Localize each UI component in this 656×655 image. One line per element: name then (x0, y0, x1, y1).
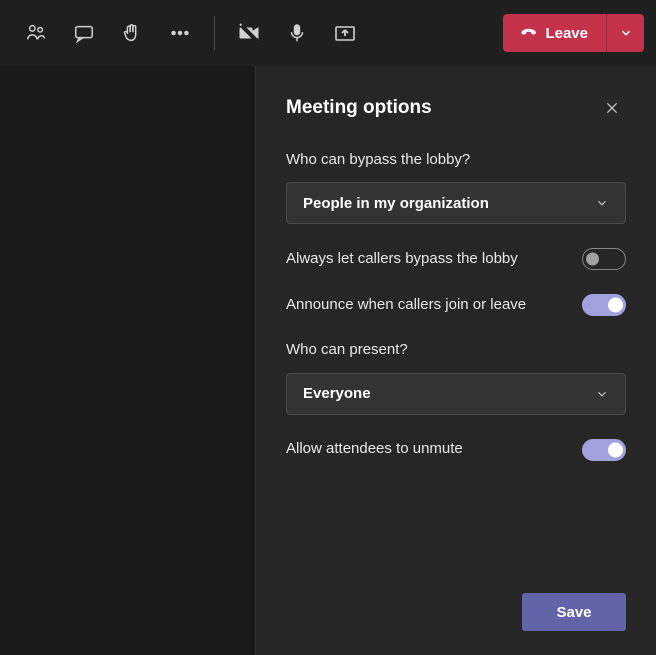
save-button[interactable]: Save (522, 593, 626, 631)
camera-button[interactable] (225, 9, 273, 57)
callers-bypass-label: Always let callers bypass the lobby (286, 249, 566, 269)
panel-footer: Save (286, 593, 626, 631)
mic-icon (286, 22, 308, 44)
share-button[interactable] (321, 9, 369, 57)
chat-icon (73, 22, 95, 44)
toolbar-separator (214, 16, 215, 50)
hand-icon (121, 22, 143, 44)
leave-button[interactable]: Leave (503, 14, 606, 52)
people-button[interactable] (12, 9, 60, 57)
present-label: Who can present? (286, 340, 626, 360)
unmute-toggle[interactable] (582, 439, 626, 461)
more-actions-button[interactable] (156, 9, 204, 57)
close-icon (604, 100, 620, 116)
unmute-label: Allow attendees to unmute (286, 439, 566, 459)
callers-bypass-toggle[interactable] (582, 248, 626, 270)
panel-title: Meeting options (286, 97, 432, 119)
raise-hand-button[interactable] (108, 9, 156, 57)
chat-button[interactable] (60, 9, 108, 57)
meeting-options-panel: Meeting options Who can bypass the lobby… (256, 66, 656, 655)
bypass-lobby-value: People in my organization (303, 195, 489, 212)
camera-off-icon (237, 21, 261, 45)
announce-row: Announce when callers join or leave (286, 294, 626, 316)
leave-label: Leave (545, 25, 588, 42)
announce-toggle[interactable] (582, 294, 626, 316)
chevron-down-icon (619, 26, 633, 40)
present-value: Everyone (303, 385, 371, 402)
close-button[interactable] (598, 94, 626, 122)
unmute-row: Allow attendees to unmute (286, 439, 626, 461)
meeting-toolbar: Leave (0, 0, 656, 66)
ellipsis-icon (169, 22, 191, 44)
leave-button-group: Leave (503, 14, 644, 52)
present-select[interactable]: Everyone (286, 373, 626, 415)
announce-label: Announce when callers join or leave (286, 295, 566, 315)
bypass-lobby-label: Who can bypass the lobby? (286, 150, 626, 170)
hangup-icon (517, 23, 537, 43)
callers-bypass-row: Always let callers bypass the lobby (286, 248, 626, 270)
chevron-down-icon (595, 387, 609, 401)
chevron-down-icon (595, 196, 609, 210)
bypass-lobby-select[interactable]: People in my organization (286, 182, 626, 224)
leave-dropdown-button[interactable] (606, 14, 644, 52)
share-screen-icon (333, 21, 357, 45)
body: Meeting options Who can bypass the lobby… (0, 66, 656, 655)
panel-header: Meeting options (286, 94, 626, 122)
left-pane (0, 66, 256, 655)
mic-button[interactable] (273, 9, 321, 57)
people-icon (25, 22, 47, 44)
